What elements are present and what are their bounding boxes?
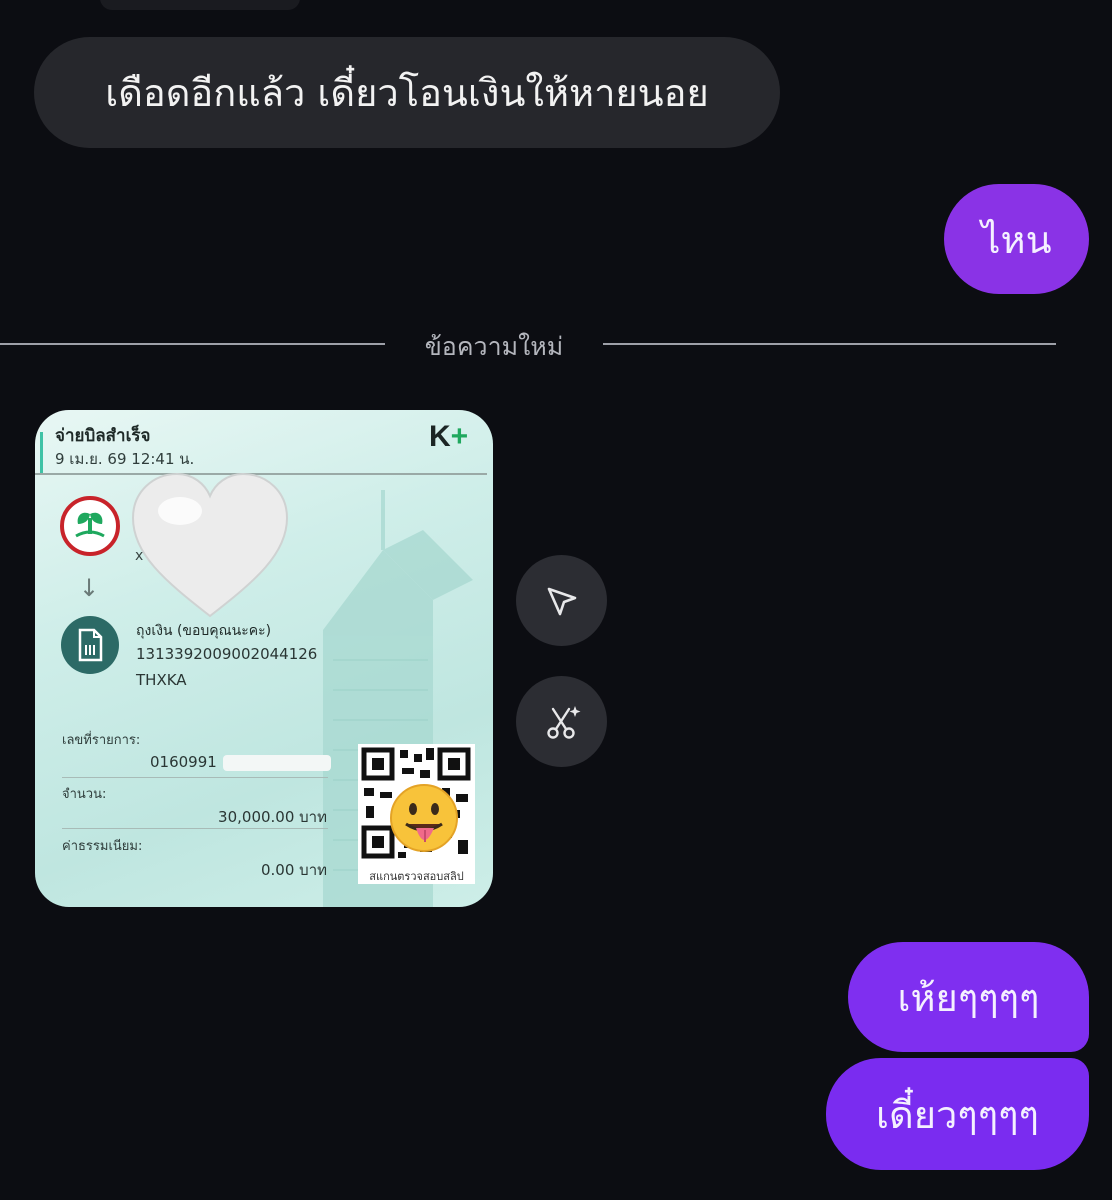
recipient-account: 1313392009002044126 — [136, 645, 318, 663]
amount-value: 30,000.00 บาท — [218, 808, 327, 826]
reference-value: 0160991 — [150, 753, 217, 771]
leaf-icon — [75, 512, 105, 538]
white-heart-icon — [131, 472, 289, 618]
transfer-slip-image[interactable]: จ่ายบิลสำเร็จ 9 เม.ย. 69 12:41 น. K+ x⁠ … — [35, 410, 493, 907]
fee-value: 0.00 บาท — [261, 861, 327, 879]
sender-masked-text: x⁠ — [135, 548, 144, 564]
bill-file-icon — [61, 616, 119, 674]
slip-title: จ่ายบิลสำเร็จ — [55, 426, 151, 446]
divider-line-right — [603, 343, 1056, 345]
incoming-message-text: เดือดอีกแล้ว เดี๋ยวโอนเงินให้หายนอย — [105, 71, 709, 115]
incoming-message-bubble[interactable]: เดือดอีกแล้ว เดี๋ยวโอนเงินให้หายนอย — [34, 37, 780, 148]
kbank-logo — [60, 496, 120, 556]
kplus-logo-plus: + — [450, 420, 469, 453]
slip-accent-bar — [40, 432, 43, 474]
divider-line-left — [0, 343, 385, 345]
outgoing-message-text: เดี๋ยวๆๆๆๆ — [876, 1092, 1039, 1137]
qr-caption: สแกนตรวจสอบสลิป — [369, 870, 464, 883]
outgoing-message-text: เห้ยๆๆๆๆ — [897, 975, 1040, 1020]
edit-cutout-button[interactable] — [516, 676, 607, 767]
arrow-down-icon: ↓ — [79, 574, 100, 602]
outgoing-message-bubble[interactable]: เห้ยๆๆๆๆ — [848, 942, 1089, 1052]
kplus-logo-k: K — [429, 420, 451, 453]
recipient-name: ถุงเงิน (ขอบคุณนะคะ) — [136, 623, 272, 639]
outgoing-message-bubble[interactable]: ไหน — [944, 184, 1089, 294]
redaction-mark — [223, 755, 331, 771]
outgoing-message-bubble[interactable]: เดี๋ยวๆๆๆๆ — [826, 1058, 1089, 1170]
amount-label: จำนวน: — [62, 787, 107, 802]
row-separator — [62, 777, 328, 778]
new-messages-divider-label: ข้อความใหม่ — [424, 332, 564, 361]
kplus-logo: K+ — [429, 420, 468, 454]
tongue-emoji-icon — [390, 784, 458, 852]
fee-label: ค่าธรรมเนียม: — [62, 839, 143, 854]
previous-message-edge — [100, 0, 300, 10]
reference-label: เลขที่รายการ: — [62, 733, 141, 748]
send-icon — [547, 587, 576, 615]
outgoing-message-text: ไหน — [981, 217, 1052, 262]
recipient-code: THXKA — [136, 671, 187, 689]
row-separator — [62, 828, 328, 829]
share-button[interactable] — [516, 555, 607, 646]
scissors-sparkle-icon — [546, 705, 580, 739]
